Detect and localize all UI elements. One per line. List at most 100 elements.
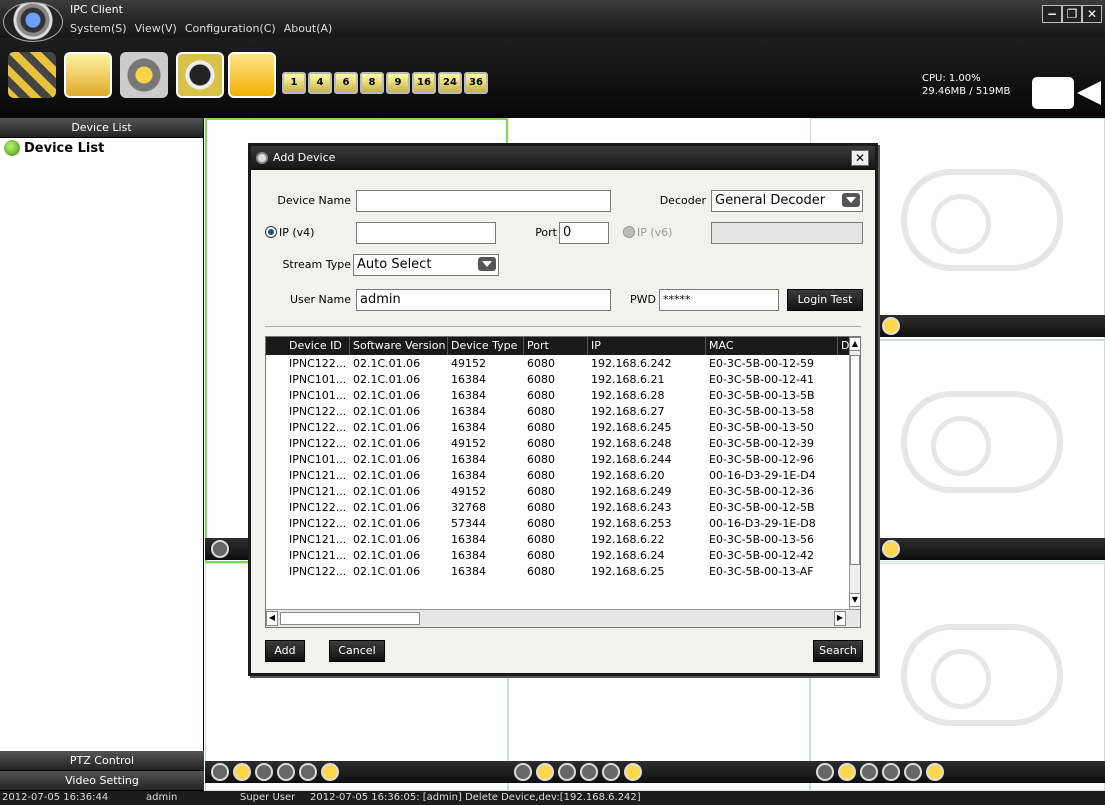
table-row[interactable]: IPNC121... 02.1C.01.06 16384 6080 192.168.6.… (266, 468, 851, 484)
playback-icon[interactable] (176, 52, 224, 98)
save-icon[interactable] (299, 763, 317, 781)
scroll-right-arrow[interactable]: ▶ (834, 611, 846, 626)
audio-icon[interactable] (277, 763, 295, 781)
table-row[interactable]: IPNC121... 02.1C.01.06 49152 6080 192.168.6.… (266, 484, 851, 500)
ipv4-radio[interactable] (265, 226, 277, 238)
close-button[interactable]: ✕ (1082, 5, 1102, 23)
layout-8-button[interactable]: 8 (360, 72, 384, 94)
table-cell: 6080 (527, 501, 555, 514)
password-field[interactable]: ***** (659, 289, 779, 311)
zoom-icon[interactable] (882, 317, 900, 335)
table-row[interactable]: IPNC101... 02.1C.01.06 16384 6080 192.168.6.… (266, 452, 851, 468)
scroll-left-arrow[interactable]: ◀ (266, 611, 278, 626)
col-device-id[interactable]: Device ID (286, 337, 350, 355)
ipv6-radio[interactable] (623, 226, 635, 238)
dialog-close-button[interactable]: ✕ (851, 150, 869, 166)
horizontal-scrollbar[interactable]: ◀ ▶ (266, 609, 860, 627)
table-cell: 192.168.6.22 (591, 533, 665, 546)
save-icon[interactable] (904, 763, 922, 781)
scroll-up-arrow[interactable]: ▲ (849, 337, 860, 351)
login-test-button[interactable]: Login Test (787, 289, 863, 311)
video-record-icon[interactable] (1032, 77, 1101, 109)
zoom-icon[interactable] (321, 763, 339, 781)
add-button[interactable]: Add (265, 640, 305, 662)
snapshot-icon[interactable] (558, 763, 576, 781)
table-row[interactable]: IPNC101... 02.1C.01.06 16384 6080 192.168.6.… (266, 388, 851, 404)
device-list-header[interactable]: Device List (0, 118, 203, 138)
vertical-scroll-thumb[interactable] (850, 355, 860, 565)
col-software-version[interactable]: Software Version (350, 337, 448, 355)
record-icon[interactable] (838, 763, 856, 781)
col-ip[interactable]: IP (588, 337, 706, 355)
vertical-scrollbar[interactable]: ▲ ▼ (849, 337, 860, 609)
col-port[interactable]: Port (524, 337, 588, 355)
menu-bar: System(S) View(V) Configuration(C) About… (64, 20, 332, 38)
zoom-icon[interactable] (624, 763, 642, 781)
table-row[interactable]: IPNC122... 02.1C.01.06 16384 6080 192.168.6.… (266, 564, 851, 580)
talk-icon[interactable] (816, 763, 834, 781)
table-cell: 6080 (527, 565, 555, 578)
record-icon[interactable] (233, 763, 251, 781)
layout-24-button[interactable]: 24 (438, 72, 462, 94)
tree-root-device-list[interactable]: Device List (24, 141, 104, 156)
ptz-control-tab[interactable]: PTZ Control (0, 751, 204, 771)
table-row[interactable]: IPNC122... 02.1C.01.06 49152 6080 192.168.6.… (266, 436, 851, 452)
table-row[interactable]: IPNC101... 02.1C.01.06 16384 6080 192.168.6.… (266, 372, 851, 388)
talk-icon[interactable] (211, 540, 229, 558)
ipv6-field[interactable] (711, 222, 863, 244)
layout-9-button[interactable]: 9 (386, 72, 410, 94)
decoder-select[interactable]: General Decoder (711, 190, 863, 212)
table-row[interactable]: IPNC122... 02.1C.01.06 32768 6080 192.168.6.… (266, 500, 851, 516)
lock-icon[interactable] (228, 52, 276, 98)
table-cell: E0-3C-5B-00-12-96 (709, 453, 815, 466)
table-cell: 16384 (451, 373, 486, 386)
table-cell: 32768 (451, 501, 486, 514)
minimize-button[interactable]: − (1042, 5, 1062, 23)
col-mac[interactable]: MAC (706, 337, 838, 355)
col-device-type[interactable]: Device Type (448, 337, 524, 355)
table-cell: 6080 (527, 517, 555, 530)
table-cell: 02.1C.01.06 (353, 405, 421, 418)
table-row[interactable]: IPNC122... 02.1C.01.06 16384 6080 192.168.6.… (266, 420, 851, 436)
zoom-icon[interactable] (882, 540, 900, 558)
table-cell: 02.1C.01.06 (353, 533, 421, 546)
device-name-field[interactable] (356, 190, 611, 212)
table-row[interactable]: IPNC122... 02.1C.01.06 57344 6080 192.168.6.… (266, 516, 851, 532)
table-row[interactable]: IPNC121... 02.1C.01.06 16384 6080 192.168.6.… (266, 532, 851, 548)
menu-view[interactable]: View(V) (135, 20, 177, 38)
search-button[interactable]: Search (813, 640, 863, 662)
snapshot-icon[interactable] (860, 763, 878, 781)
layout-4-button[interactable]: 4 (308, 72, 332, 94)
port-field[interactable]: 0 (559, 222, 609, 244)
menu-system[interactable]: System(S) (70, 20, 127, 38)
audio-icon[interactable] (882, 763, 900, 781)
stream-type-select[interactable]: Auto Select (353, 254, 499, 276)
device-manager-icon[interactable] (8, 52, 56, 98)
talk-icon[interactable] (211, 763, 229, 781)
layout-16-button[interactable]: 16 (412, 72, 436, 94)
username-field[interactable]: admin (356, 289, 611, 311)
horizontal-scroll-thumb[interactable] (280, 612, 420, 625)
title-bar: IPC Client System(S) View(V) Configurati… (0, 0, 1105, 38)
layout-1-button[interactable]: 1 (282, 72, 306, 94)
audio-icon[interactable] (580, 763, 598, 781)
table-row[interactable]: IPNC122... 02.1C.01.06 16384 6080 192.168.6.… (266, 404, 851, 420)
alarm-log-icon[interactable] (64, 52, 112, 98)
scroll-down-arrow[interactable]: ▼ (849, 593, 860, 607)
cancel-button[interactable]: Cancel (329, 640, 385, 662)
restore-button[interactable]: ❐ (1062, 5, 1082, 23)
settings-icon[interactable] (120, 52, 168, 98)
table-row[interactable]: IPNC122... 02.1C.01.06 49152 6080 192.168.6.… (266, 356, 851, 372)
talk-icon[interactable] (514, 763, 532, 781)
layout-6-button[interactable]: 6 (334, 72, 358, 94)
snapshot-icon[interactable] (255, 763, 273, 781)
table-row[interactable]: IPNC121... 02.1C.01.06 16384 6080 192.168.6.… (266, 548, 851, 564)
ipv4-field[interactable] (356, 222, 496, 244)
layout-36-button[interactable]: 36 (464, 72, 488, 94)
video-setting-tab[interactable]: Video Setting (0, 771, 204, 791)
save-icon[interactable] (602, 763, 620, 781)
menu-about[interactable]: About(A) (284, 20, 333, 38)
zoom-icon[interactable] (926, 763, 944, 781)
menu-configuration[interactable]: Configuration(C) (185, 20, 276, 38)
record-icon[interactable] (536, 763, 554, 781)
